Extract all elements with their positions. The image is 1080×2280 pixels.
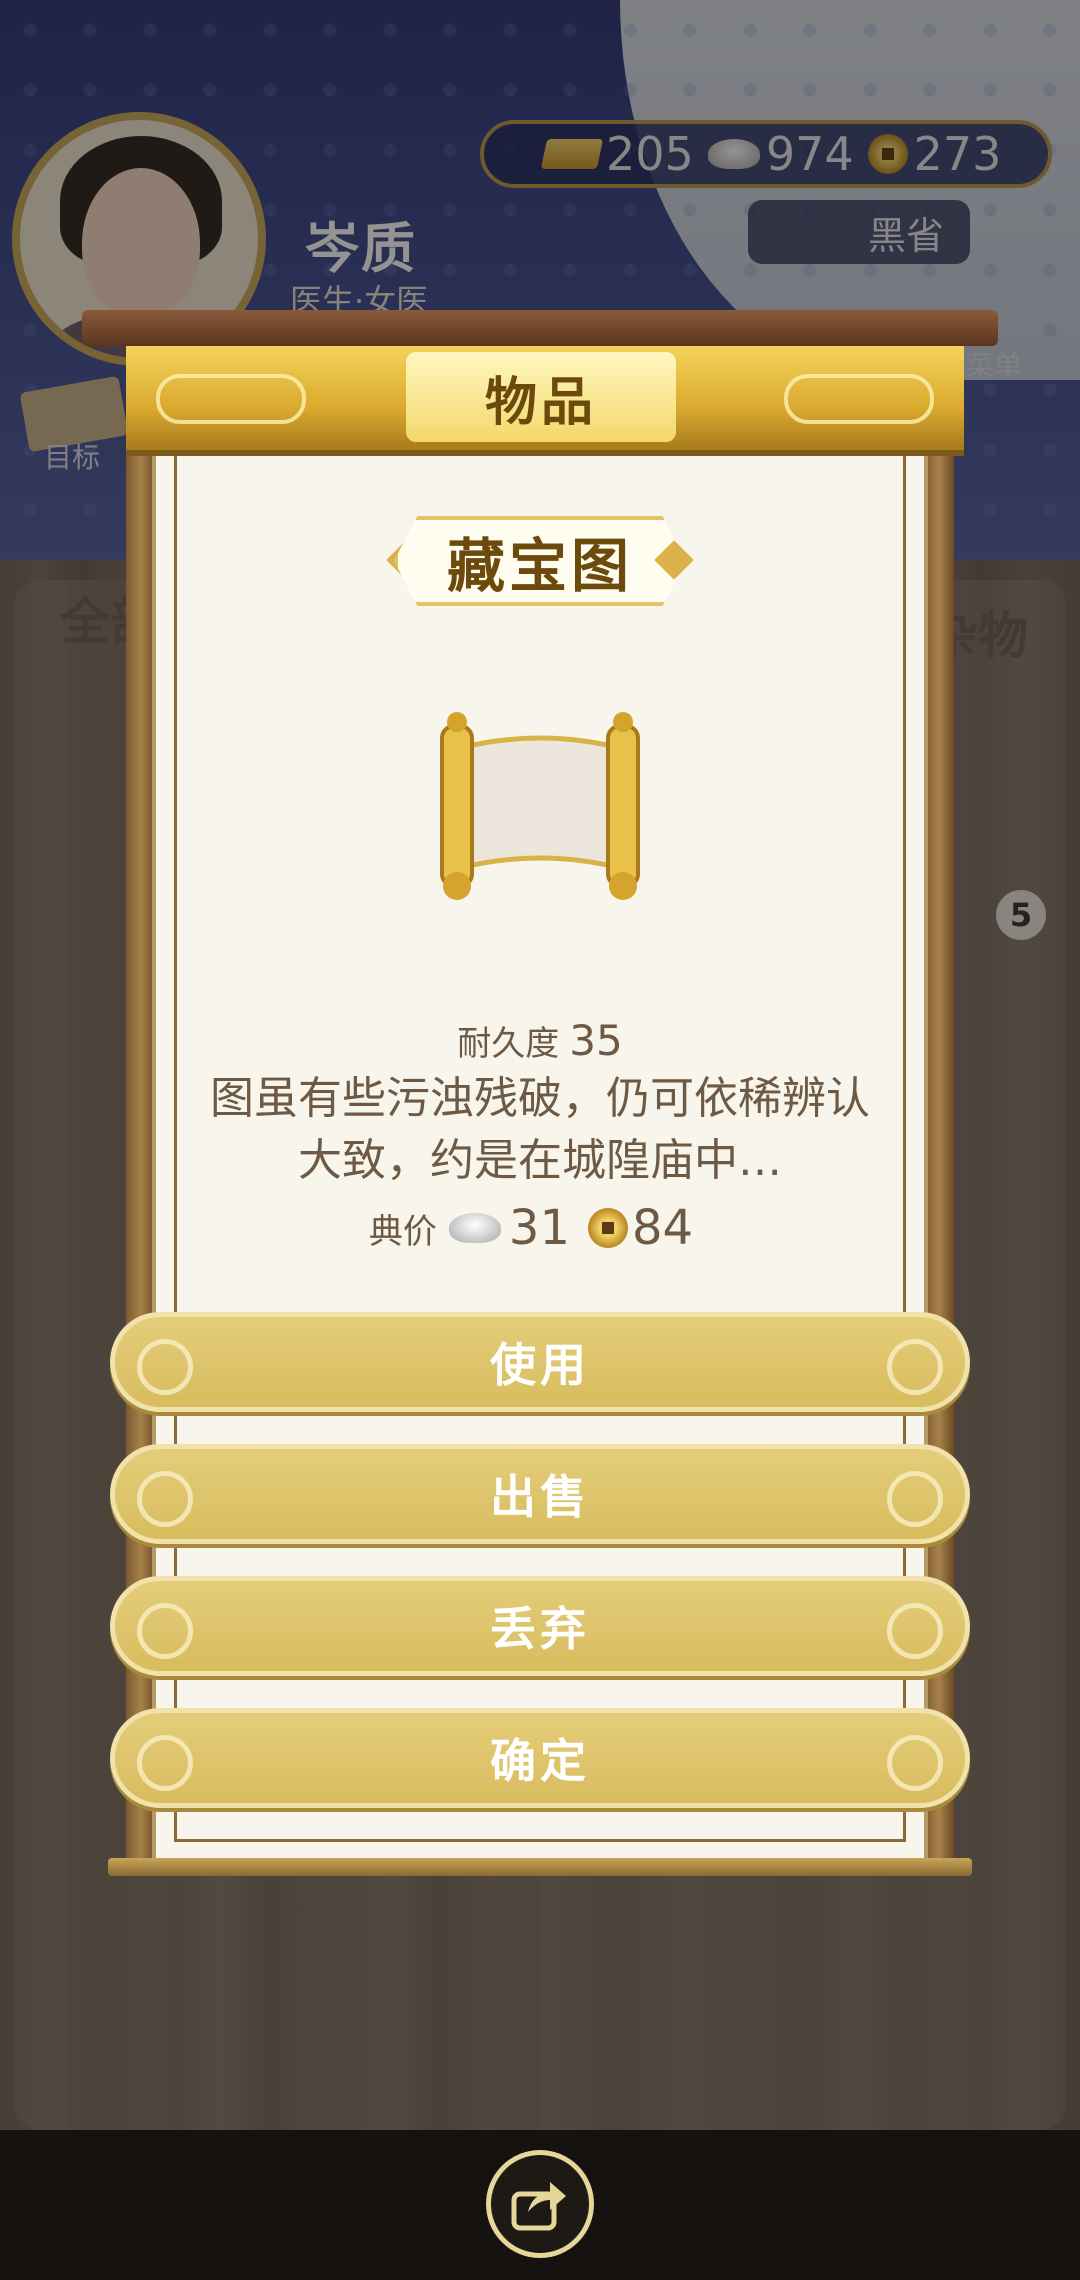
confirm-button-label: 确定	[490, 1734, 590, 1788]
price-silver: 31	[508, 1200, 570, 1256]
durability-label: 耐久度	[457, 1024, 560, 1064]
swirl-ornament-icon	[887, 1471, 943, 1527]
item-name-plate: 藏宝图	[394, 516, 686, 606]
sell-button-label: 出售	[490, 1470, 590, 1524]
item-name: 藏宝图	[446, 532, 633, 600]
durability-row: 耐久度 35	[0, 1016, 1080, 1065]
durability-value: 35	[569, 1016, 623, 1065]
confirm-button[interactable]: 确定	[110, 1708, 970, 1808]
price-coins: 84	[632, 1200, 694, 1256]
price-label: 典价	[368, 1211, 437, 1252]
copper-coin-icon	[588, 1208, 628, 1248]
use-button[interactable]: 使用	[110, 1312, 970, 1412]
swirl-ornament-icon	[887, 1339, 943, 1395]
discard-button-label: 丢弃	[490, 1602, 590, 1656]
swirl-ornament-icon	[137, 1735, 193, 1791]
share-button[interactable]	[486, 2150, 594, 2258]
silver-ingot-icon	[448, 1213, 501, 1243]
sell-button[interactable]: 出售	[110, 1444, 970, 1544]
use-button-label: 使用	[490, 1338, 590, 1392]
scroll-bottom-rod	[108, 1858, 972, 1876]
swirl-ornament-icon	[137, 1339, 193, 1395]
dialog-title: 物品	[484, 372, 597, 433]
swirl-ornament-icon	[887, 1735, 943, 1791]
item-description: 图虽有些污浊残破，仍可依稀辨认大致，约是在城隍庙中…	[210, 1073, 870, 1186]
swirl-ornament-icon	[887, 1603, 943, 1659]
knot-ornament-icon	[156, 374, 306, 424]
scroll-top-rod	[82, 310, 998, 346]
share-icon	[511, 2182, 566, 2231]
swirl-ornament-icon	[137, 1471, 193, 1527]
price-row: 典价 31 84	[0, 1200, 1080, 1256]
treasure-map-scroll-icon	[440, 712, 640, 900]
swirl-ornament-icon	[137, 1603, 193, 1659]
knot-ornament-icon	[784, 374, 934, 424]
discard-button[interactable]: 丢弃	[110, 1576, 970, 1676]
dialog-title-plate: 物品	[406, 352, 676, 442]
